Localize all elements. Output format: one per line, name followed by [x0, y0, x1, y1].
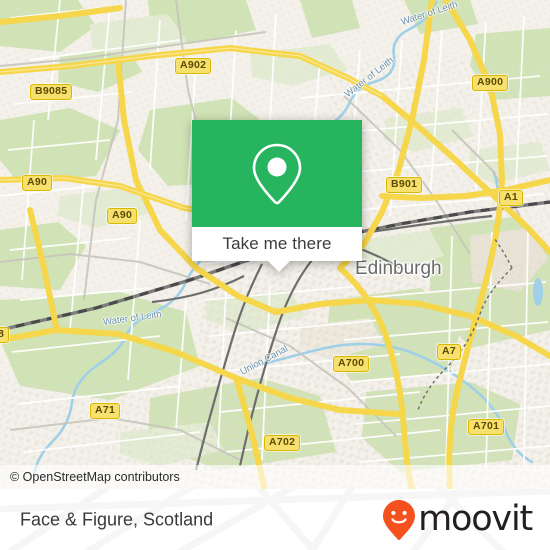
place-title: Face & Figure, Scotland: [20, 509, 214, 529]
road-shield: A902: [175, 58, 212, 74]
location-callout-card[interactable]: Take me there: [192, 120, 362, 272]
moovit-wordmark: moovit: [418, 499, 533, 539]
map-pin-icon: [252, 143, 302, 204]
road-shield: A1: [499, 190, 524, 206]
road-shield: A71: [90, 403, 121, 419]
road-shield: A702: [264, 435, 301, 451]
callout-tail-pointer: [268, 261, 290, 272]
callout-icon-panel: [192, 120, 362, 227]
road-shield: A701: [468, 419, 505, 435]
take-me-there-label: Take me there: [222, 234, 332, 253]
callout-action-bar[interactable]: Take me there: [192, 227, 362, 272]
road-shield: A900: [472, 75, 509, 91]
moovit-logo[interactable]: moovit: [382, 499, 533, 541]
map-label-edinburgh: Edinburgh: [355, 258, 442, 279]
road-shield: A90: [22, 175, 53, 191]
attribution-text: © OpenStreetMap contributors: [10, 470, 180, 484]
map-attribution[interactable]: © OpenStreetMap contributors: [0, 465, 550, 489]
road-shield: A700: [333, 356, 370, 372]
road-shield: B9085: [30, 84, 73, 100]
road-shield: 8: [0, 327, 10, 343]
footer-bar: Face & Figure, Scotland moovit: [0, 489, 550, 550]
moovit-smiley-pin-icon: [383, 499, 416, 540]
road-shield: A90: [107, 208, 138, 224]
map-viewport[interactable]: B9085 A902 A900 A90 A90 B901 A1 8 A71 A700 A7 A702 A…: [0, 0, 550, 489]
road-shield: A7: [437, 344, 462, 360]
road-shield: B901: [386, 177, 423, 193]
